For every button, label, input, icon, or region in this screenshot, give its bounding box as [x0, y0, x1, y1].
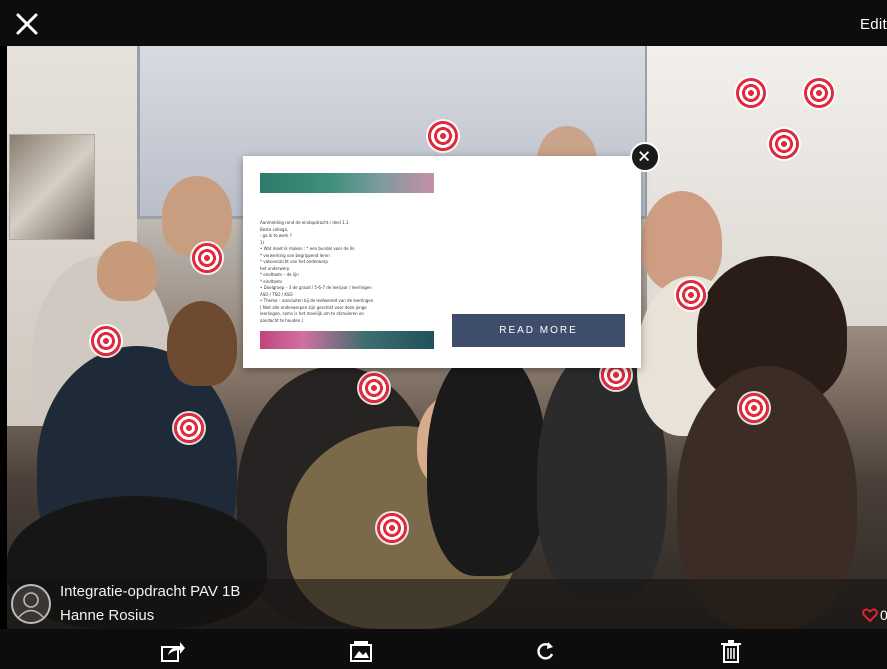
- close-icon[interactable]: [14, 11, 40, 37]
- bottom-toolbar: [0, 629, 887, 669]
- refresh-icon[interactable]: [533, 639, 559, 663]
- top-bar: Edit: [0, 0, 887, 46]
- edit-button[interactable]: Edit: [860, 16, 887, 33]
- person: [642, 191, 722, 291]
- person: [97, 241, 157, 301]
- likes[interactable]: 0: [862, 607, 887, 623]
- hotspot-target[interactable]: [91, 326, 121, 356]
- read-more-button[interactable]: READ MORE: [452, 314, 625, 347]
- document-line: aandacht te houden.): [260, 317, 304, 323]
- hotspot-target[interactable]: [377, 513, 407, 543]
- document-preview: Aanmelding rond de eindopdracht / deel 1…: [260, 220, 438, 332]
- post-preview-card: Aanmelding rond de eindopdracht / deel 1…: [243, 156, 641, 368]
- hotspot-target[interactable]: [739, 393, 769, 423]
- avatar[interactable]: [11, 584, 51, 624]
- heart-icon[interactable]: [862, 608, 878, 622]
- hotspot-target[interactable]: [676, 280, 706, 310]
- hotspot-target[interactable]: [769, 129, 799, 159]
- wall-poster: [9, 134, 95, 240]
- document-footer-image: [260, 331, 434, 349]
- person: [427, 346, 547, 576]
- user-icon: [18, 592, 44, 618]
- hotspot-target[interactable]: [428, 121, 458, 151]
- gallery-icon[interactable]: [348, 639, 374, 663]
- post-title: Integratie-opdracht PAV 1B: [60, 583, 241, 600]
- hotspot-target[interactable]: [736, 78, 766, 108]
- hotspot-target[interactable]: [192, 243, 222, 273]
- share-icon[interactable]: [160, 639, 186, 663]
- person: [162, 176, 232, 256]
- trash-icon[interactable]: [718, 639, 744, 663]
- post-author: Hanne Rosius: [60, 607, 155, 624]
- document-header-image: [260, 173, 434, 193]
- person: [167, 301, 237, 386]
- popup-close-icon[interactable]: [630, 142, 660, 172]
- likes-count: 0: [880, 607, 887, 623]
- hotspot-target[interactable]: [804, 78, 834, 108]
- hotspot-target[interactable]: [174, 413, 204, 443]
- hotspot-target[interactable]: [359, 373, 389, 403]
